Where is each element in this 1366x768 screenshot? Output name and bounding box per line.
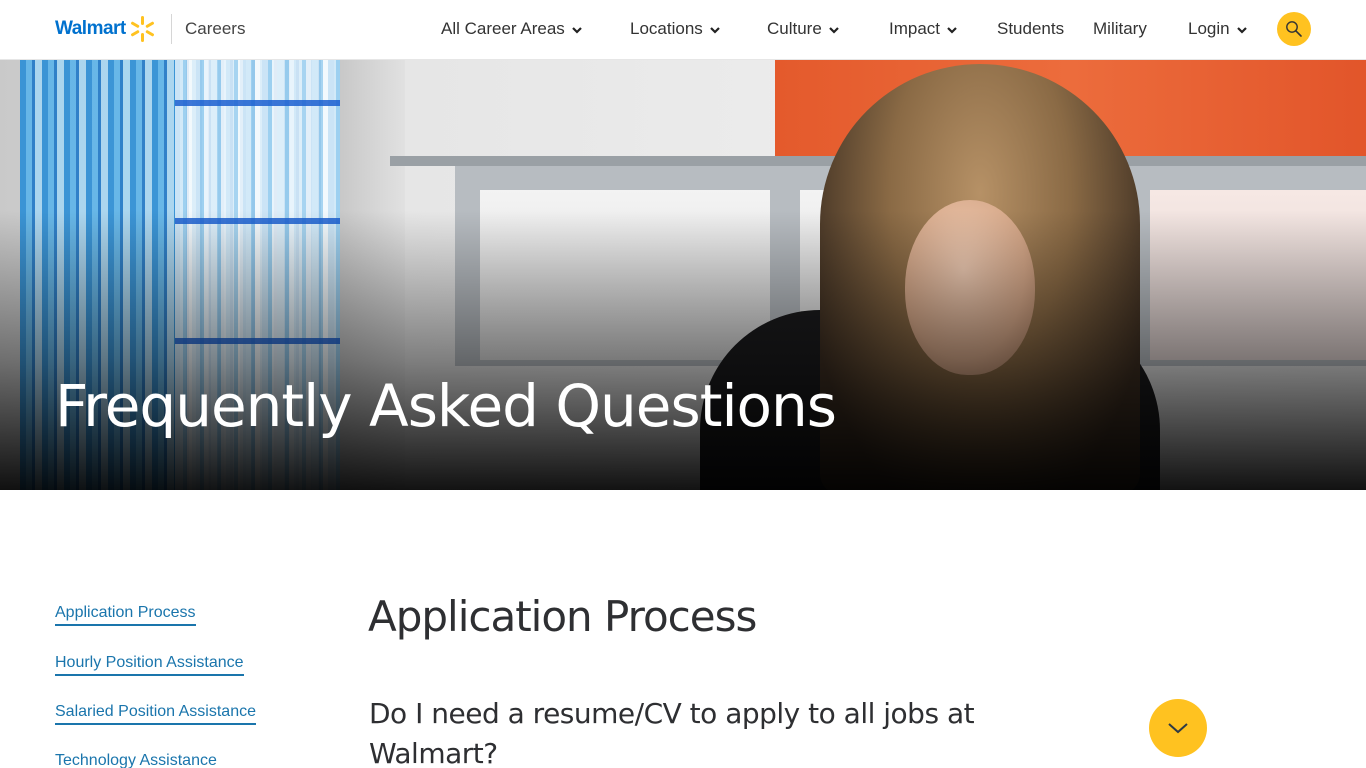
- nav-label: Impact: [889, 19, 941, 38]
- chevron-down-icon: [829, 27, 839, 34]
- chevron-down-icon: [1168, 723, 1188, 734]
- sidebar-link-hourly-position-assistance[interactable]: Hourly Position Assistance: [55, 654, 244, 676]
- spark-icon: [130, 16, 156, 42]
- sidebar-link-application-process[interactable]: Application Process: [55, 604, 196, 626]
- nav-label: Locations: [630, 19, 703, 38]
- page-title: Frequently Asked Questions: [55, 372, 837, 440]
- chevron-down-icon: [572, 27, 582, 34]
- nav-label: Students: [997, 19, 1065, 38]
- nav-label: Military: [1093, 19, 1147, 38]
- sidebar-link-technology-assistance[interactable]: Technology Assistance: [55, 752, 217, 768]
- nav-label: All Career Areas: [441, 19, 565, 38]
- chevron-down-icon: [1236, 27, 1247, 34]
- site-header: Walmart Careers All Career Areas Locatio…: [0, 0, 1366, 60]
- search-icon: [1286, 21, 1302, 37]
- sidebar-link-salaried-position-assistance[interactable]: Salaried Position Assistance: [55, 703, 256, 725]
- nav-locations[interactable]: Locations: [630, 19, 721, 39]
- logo-wordmark: Walmart: [55, 18, 126, 39]
- faq-expand-button[interactable]: [1149, 699, 1207, 757]
- nav-students[interactable]: Students: [997, 19, 1064, 39]
- chevron-down-icon: [710, 27, 720, 34]
- chevron-down-icon: [947, 27, 957, 34]
- nav-all-career-areas[interactable]: All Career Areas: [441, 19, 583, 39]
- nav-label: Login: [1188, 19, 1230, 38]
- search-button[interactable]: [1277, 12, 1311, 46]
- nav-impact[interactable]: Impact: [889, 19, 958, 39]
- nav-label: Culture: [767, 19, 822, 38]
- faq-question[interactable]: Do I need a resume/CV to apply to all jo…: [369, 694, 1009, 768]
- nav-culture[interactable]: Culture: [767, 19, 840, 39]
- nav-military[interactable]: Military: [1093, 19, 1147, 39]
- nav-login[interactable]: Login: [1188, 19, 1248, 39]
- careers-label[interactable]: Careers: [185, 19, 245, 39]
- hero-banner: Frequently Asked Questions: [0, 60, 1366, 490]
- logo-divider: [171, 14, 172, 44]
- walmart-logo[interactable]: Walmart: [55, 16, 156, 42]
- section-title: Application Process: [368, 592, 757, 641]
